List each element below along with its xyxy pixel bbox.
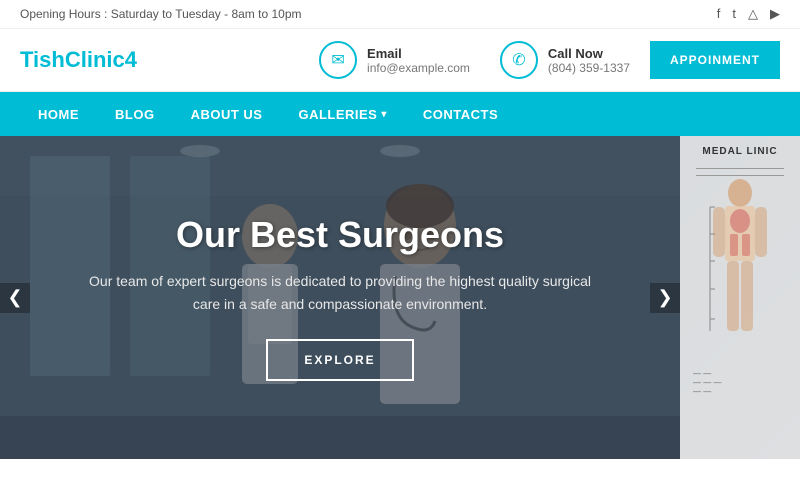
email-icon: ✉ [319, 41, 357, 79]
twitter-icon[interactable]: t [732, 6, 736, 22]
logo[interactable]: TishClinic4 [20, 47, 299, 73]
panel-text-2: — — — [685, 378, 795, 387]
call-icon: ✆ [500, 41, 538, 79]
nav-blog[interactable]: BLOG [97, 92, 173, 136]
panel-title: MEDAL LINIC [702, 146, 777, 157]
hero-title: Our Best Surgeons [176, 214, 504, 256]
explore-button[interactable]: EXPLORE [266, 339, 413, 381]
contact-items: ✉ Email info@example.com ✆ Call Now (804… [319, 41, 630, 79]
nav-home[interactable]: HOME [20, 92, 97, 136]
header: TishClinic4 ✉ Email info@example.com ✆ C… [0, 29, 800, 92]
email-info: Email info@example.com [367, 46, 470, 75]
carousel-prev-button[interactable]: ❮ [0, 283, 30, 313]
panel-text-3: — — [685, 387, 795, 396]
galleries-dropdown-arrow: ▾ [381, 109, 387, 120]
youtube-icon[interactable]: ▶ [770, 6, 780, 22]
hero-content: Our Best Surgeons Our team of expert sur… [0, 136, 680, 459]
call-contact: ✆ Call Now (804) 359-1337 [500, 41, 630, 79]
panel-text-1: — — [685, 369, 795, 378]
email-value: info@example.com [367, 61, 470, 75]
appointment-button[interactable]: APPOINMENT [650, 41, 780, 79]
nav-about-us[interactable]: ABOUT US [173, 92, 281, 136]
facebook-icon[interactable]: f [717, 6, 721, 22]
panel-divider-2 [696, 175, 784, 176]
top-bar: Opening Hours : Saturday to Tuesday - 8a… [0, 0, 800, 29]
email-label: Email [367, 46, 470, 61]
email-contact: ✉ Email info@example.com [319, 41, 470, 79]
panel-divider [696, 168, 784, 169]
hero-subtitle: Our team of expert surgeons is dedicated… [80, 270, 600, 315]
call-label: Call Now [548, 46, 630, 61]
social-links: f t △ ▶ [717, 6, 780, 22]
carousel-next-button[interactable]: ❯ [650, 283, 680, 313]
hero-section: MEDAL LINIC — — — — — [0, 136, 800, 459]
main-nav: HOME BLOG ABOUT US GALLERIES ▾ CONTACTS [0, 92, 800, 136]
call-info: Call Now (804) 359-1337 [548, 46, 630, 75]
medical-panel: MEDAL LINIC — — — — — [680, 136, 800, 459]
nav-contacts[interactable]: CONTACTS [405, 92, 516, 136]
anatomy-figure [705, 179, 775, 369]
opening-hours: Opening Hours : Saturday to Tuesday - 8a… [20, 7, 301, 21]
call-value: (804) 359-1337 [548, 61, 630, 75]
instagram-icon[interactable]: △ [748, 6, 758, 22]
nav-galleries[interactable]: GALLERIES ▾ [280, 92, 404, 136]
